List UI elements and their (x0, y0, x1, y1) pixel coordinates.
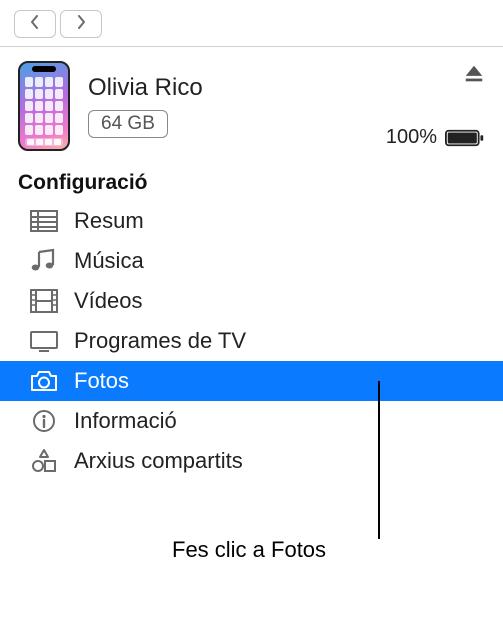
device-status: 100% (386, 61, 485, 151)
video-icon (28, 288, 60, 314)
section-header: Configuració (0, 161, 503, 201)
summary-icon (28, 208, 60, 234)
device-info: Olivia Rico 64 GB (88, 74, 368, 138)
eject-button[interactable] (463, 63, 485, 85)
battery-status: 100% (386, 126, 485, 149)
settings-menu: Resum Música Vídeos Programes de TV Foto… (0, 201, 503, 481)
device-header: Olivia Rico 64 GB 100% (0, 47, 503, 161)
sidebar-item-label: Programes de TV (74, 328, 246, 354)
sidebar-item-videos[interactable]: Vídeos (0, 281, 503, 321)
back-button[interactable] (14, 10, 56, 38)
sidebar-item-summary[interactable]: Resum (0, 201, 503, 241)
sidebar-item-label: Música (74, 248, 144, 274)
callout-line-icon (378, 381, 380, 539)
music-icon (28, 248, 60, 274)
sidebar-item-info[interactable]: Informació (0, 401, 503, 441)
device-name: Olivia Rico (88, 74, 368, 102)
battery-percent: 100% (386, 126, 437, 149)
sidebar-item-tv[interactable]: Programes de TV (0, 321, 503, 361)
sidebar-item-label: Informació (74, 408, 177, 434)
sidebar-item-label: Arxius compartits (74, 448, 243, 474)
tv-icon (28, 328, 60, 354)
annotation-text: Fes clic a Fotos (172, 537, 326, 563)
battery-icon (445, 128, 485, 148)
annotation: Fes clic a Fotos (0, 481, 503, 601)
storage-badge: 64 GB (88, 110, 168, 138)
info-icon (28, 408, 60, 434)
sidebar-item-label: Resum (74, 208, 144, 234)
device-thumbnail-icon (18, 61, 70, 151)
chevron-right-icon (75, 15, 87, 34)
sidebar-item-label: Vídeos (74, 288, 143, 314)
chevron-left-icon (29, 15, 41, 34)
sidebar-item-label: Fotos (74, 368, 129, 394)
camera-icon (28, 368, 60, 394)
sidebar-item-music[interactable]: Música (0, 241, 503, 281)
sidebar-item-shared-files[interactable]: Arxius compartits (0, 441, 503, 481)
apps-icon (28, 448, 60, 474)
toolbar (0, 0, 503, 47)
forward-button[interactable] (60, 10, 102, 38)
sidebar-item-photos[interactable]: Fotos (0, 361, 503, 401)
